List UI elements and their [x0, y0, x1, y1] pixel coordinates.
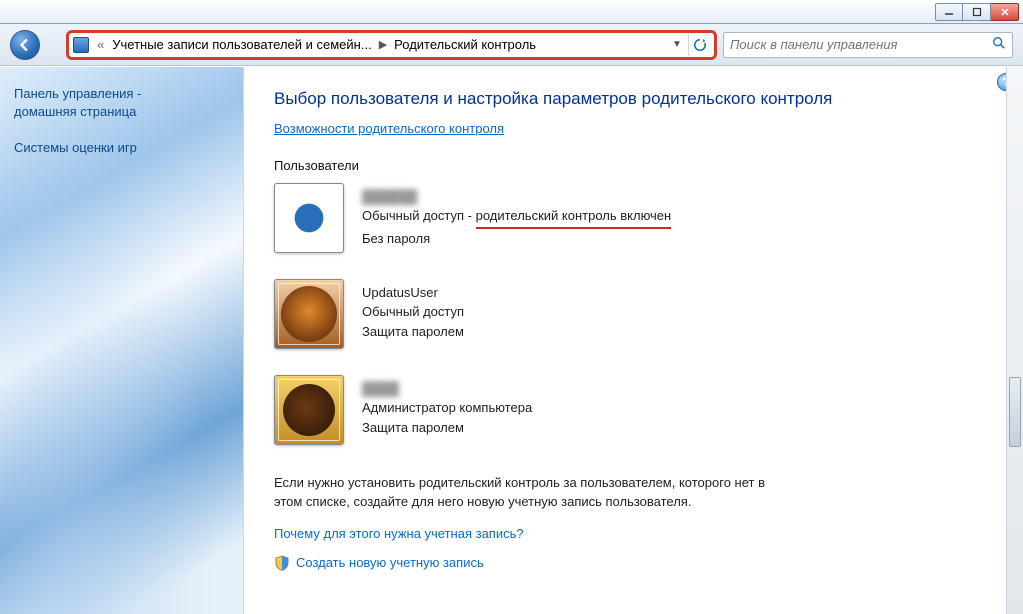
- maximize-button[interactable]: [963, 3, 991, 21]
- capabilities-link[interactable]: Возможности родительского контроля: [274, 121, 504, 136]
- address-dropdown-icon[interactable]: ▼: [670, 39, 684, 50]
- users-list: ██████ Обычный доступ - родительский кон…: [274, 183, 993, 445]
- user-password: Без пароля: [362, 229, 671, 249]
- avatar: [274, 375, 344, 445]
- sidebar-home-link[interactable]: Панель управления - домашняя страница: [14, 85, 229, 121]
- instruction-text: Если нужно установить родительский контр…: [274, 473, 794, 512]
- user-row[interactable]: UpdatusUser Обычный доступ Защита пароле…: [274, 279, 993, 349]
- refresh-button[interactable]: [688, 34, 710, 56]
- user-access: Администратор компьютера: [362, 398, 532, 418]
- user-info: ██████ Обычный доступ - родительский кон…: [362, 183, 671, 249]
- search-icon[interactable]: [992, 36, 1006, 53]
- why-account-link[interactable]: Почему для этого нужна учетная запись?: [274, 526, 993, 541]
- chevron-right-icon: ▶: [376, 38, 390, 51]
- search-box[interactable]: [723, 32, 1013, 58]
- users-section-label: Пользователи: [274, 158, 993, 173]
- nav-back-forward: [10, 30, 60, 60]
- address-bar[interactable]: « Учетные записи пользователей и семейн.…: [66, 30, 717, 60]
- user-info: ████ Администратор компьютера Защита пар…: [362, 375, 532, 438]
- close-button[interactable]: [991, 3, 1019, 21]
- user-access: Обычный доступ: [362, 302, 464, 322]
- breadcrumb-segment-2[interactable]: Родительский контроль: [394, 37, 536, 52]
- user-name-redacted: ██████: [362, 187, 671, 207]
- main-area: Панель управления - домашняя страница Си…: [0, 66, 1023, 614]
- window-title-bar: [0, 0, 1023, 24]
- breadcrumb-prefix: «: [93, 37, 108, 52]
- user-access: Обычный доступ: [362, 208, 464, 223]
- minimize-button[interactable]: [935, 3, 963, 21]
- pc-separator: -: [464, 208, 476, 223]
- sidebar-home-line2: домашняя страница: [14, 103, 229, 121]
- sidebar-home-line1: Панель управления -: [14, 85, 229, 103]
- page-title: Выбор пользователя и настройка параметро…: [274, 87, 993, 111]
- content-panel: ? Выбор пользователя и настройка парамет…: [244, 67, 1023, 614]
- back-button[interactable]: [10, 30, 40, 60]
- user-row[interactable]: ██████ Обычный доступ - родительский кон…: [274, 183, 993, 253]
- shield-icon: [274, 555, 290, 571]
- sidebar-ratings-link[interactable]: Системы оценки игр: [14, 139, 229, 157]
- avatar: [274, 279, 344, 349]
- user-name-redacted: ████: [362, 379, 532, 399]
- scrollbar[interactable]: [1006, 67, 1023, 614]
- create-account-label: Создать новую учетную запись: [296, 555, 484, 570]
- create-account-link[interactable]: Создать новую учетную запись: [274, 555, 993, 571]
- parental-control-status: родительский контроль включен: [476, 206, 672, 229]
- control-panel-icon: [73, 37, 89, 53]
- user-password: Защита паролем: [362, 322, 464, 342]
- scrollbar-thumb[interactable]: [1009, 377, 1021, 447]
- search-input[interactable]: [730, 37, 992, 52]
- navigation-bar: « Учетные записи пользователей и семейн.…: [0, 24, 1023, 66]
- breadcrumb-segment-1[interactable]: Учетные записи пользователей и семейн...: [112, 37, 371, 52]
- window-buttons: [935, 3, 1019, 21]
- user-row[interactable]: ████ Администратор компьютера Защита пар…: [274, 375, 993, 445]
- user-name: UpdatusUser: [362, 283, 464, 303]
- user-info: UpdatusUser Обычный доступ Защита пароле…: [362, 279, 464, 342]
- address-actions: ▼: [670, 34, 710, 56]
- user-password: Защита паролем: [362, 418, 532, 438]
- sidebar: Панель управления - домашняя страница Си…: [0, 67, 244, 614]
- avatar: [274, 183, 344, 253]
